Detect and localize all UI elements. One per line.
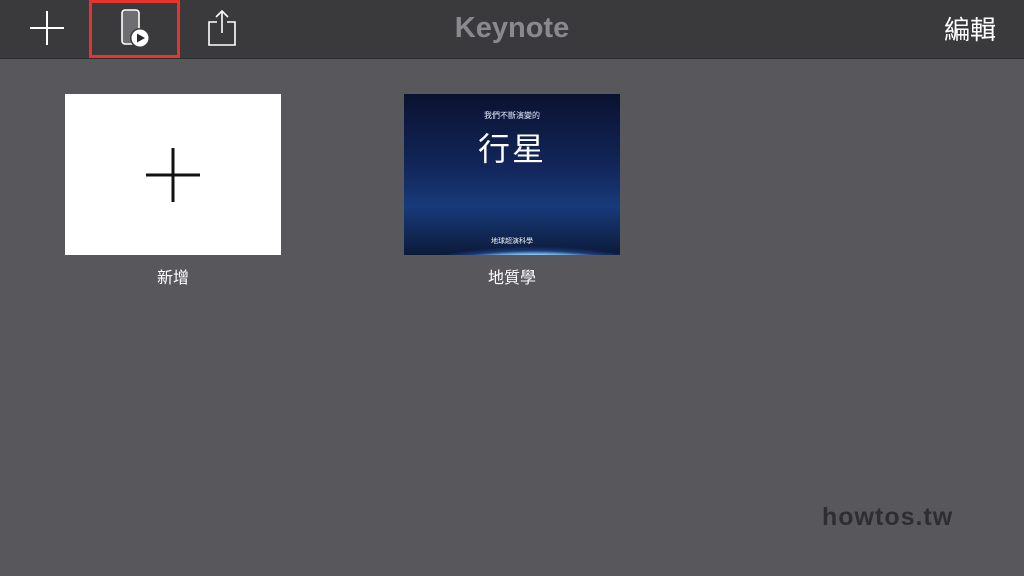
watermark: howtos.tw bbox=[822, 503, 954, 531]
document-caption: 地質學 bbox=[487, 268, 536, 287]
document-thumbnail[interactable]: 我們不斷演變的 行星 地球超演科學 bbox=[404, 94, 620, 255]
thumbnail-subtitle: 我們不斷演變的 bbox=[484, 111, 540, 120]
document-caption: 新增 bbox=[156, 268, 189, 287]
plus-icon bbox=[146, 147, 200, 202]
top-toolbar: Keynote 編輯 bbox=[0, 0, 1024, 59]
document-item-geology[interactable]: 我們不斷演變的 行星 地球超演科學 地質學 bbox=[404, 94, 620, 288]
edit-button[interactable]: 編輯 bbox=[944, 0, 996, 56]
share-icon bbox=[208, 9, 236, 46]
device-play-icon bbox=[120, 9, 150, 48]
thumbnail-footer: 地球超演科學 bbox=[491, 237, 533, 245]
share-button[interactable] bbox=[200, 0, 244, 56]
play-on-device-button[interactable] bbox=[89, 0, 180, 58]
add-button[interactable] bbox=[26, 0, 68, 56]
thumbnail-title: 行星 bbox=[477, 130, 546, 168]
new-document-thumbnail[interactable] bbox=[65, 94, 281, 255]
plus-icon bbox=[30, 11, 64, 45]
new-document-item[interactable]: 新增 bbox=[65, 94, 281, 288]
